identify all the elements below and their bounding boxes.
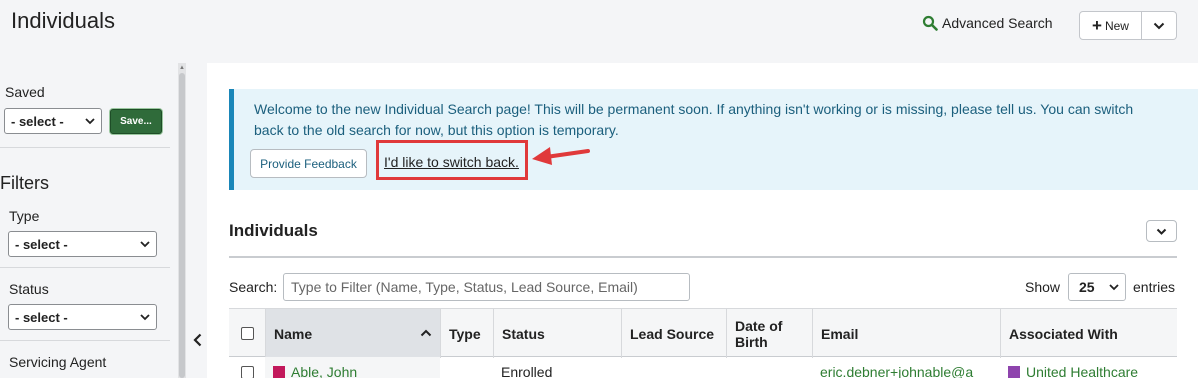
annotation-arrow-icon [532, 147, 590, 165]
saved-select-value: - select - [11, 113, 64, 129]
dob-cell [726, 357, 812, 378]
column-header-label: Name [274, 325, 313, 342]
lead-source-cell [621, 357, 726, 378]
banner-message: Welcome to the new Individual Search pag… [254, 101, 1134, 138]
saved-select[interactable]: - select - [4, 108, 102, 134]
scroll-up-arrow-icon[interactable]: ▲ [178, 63, 186, 73]
search-label: Search: [229, 279, 278, 295]
column-header-label: Type [449, 325, 481, 342]
table-row[interactable]: Able, John Enrolled eric.debner+johnable… [229, 357, 1177, 378]
collapse-sidebar-chevron-icon[interactable] [190, 330, 204, 350]
status-select-value: - select - [15, 309, 68, 325]
associated-with-link[interactable]: United Healthcare [1026, 364, 1138, 378]
search-icon [922, 15, 938, 31]
chevron-down-icon [140, 313, 150, 320]
entries-label: entries [1133, 279, 1176, 295]
column-header-label: Date of Birth [735, 317, 783, 350]
advanced-search-label: Advanced Search [942, 15, 1053, 31]
section-collapse-toggle[interactable] [1146, 220, 1177, 242]
filters-title: Filters [0, 173, 49, 193]
select-all-checkbox[interactable] [240, 327, 254, 340]
column-header-email[interactable]: Email [812, 309, 1000, 358]
column-header-name[interactable]: Name [265, 309, 440, 358]
servicing-agent-label: Servicing Agent [9, 354, 107, 370]
individual-name-link[interactable]: Able, John [291, 364, 357, 378]
chevron-down-icon [140, 240, 150, 247]
individuals-table: Name Type Status Lead Source Date of Bir… [229, 308, 1177, 378]
chevron-down-icon [1153, 22, 1165, 29]
section-title: Individuals [229, 221, 318, 240]
row-checkbox[interactable] [240, 365, 254, 378]
chevron-down-icon [1109, 283, 1119, 290]
chevron-down-icon [1156, 228, 1167, 235]
column-header-lead-source[interactable]: Lead Source [621, 309, 726, 358]
filter-sidebar: Saved - select - Save... Filters Type - … [0, 63, 176, 378]
column-header-label: Lead Source [630, 325, 715, 342]
carrier-color-icon [1008, 366, 1020, 378]
associated-with-cell: United Healthcare [1000, 357, 1177, 378]
column-header-label: Associated With [1009, 325, 1118, 342]
section-divider [229, 256, 1177, 258]
email-cell: eric.debner+johnable@a [812, 357, 1000, 378]
advanced-search-link[interactable]: Advanced Search [922, 15, 1053, 31]
scrollbar-thumb[interactable] [179, 73, 185, 378]
type-cell [440, 357, 493, 378]
column-header-label: Status [502, 325, 545, 342]
status-cell: Enrolled [501, 364, 553, 378]
table-header: Name Type Status Lead Source Date of Bir… [229, 308, 1177, 358]
info-banner: Welcome to the new Individual Search pag… [229, 89, 1198, 190]
divider [0, 147, 170, 148]
new-button-group: + New [1079, 11, 1177, 40]
new-button[interactable]: + New [1079, 11, 1142, 40]
divider [0, 267, 170, 268]
page-title: Individuals [11, 8, 115, 33]
status-select[interactable]: - select - [8, 304, 157, 330]
type-select-value: - select - [15, 236, 68, 252]
column-header-type[interactable]: Type [440, 309, 493, 358]
type-label: Type [9, 208, 40, 224]
column-header-status[interactable]: Status [493, 309, 621, 358]
status-label: Status [9, 281, 49, 297]
column-header-associated-with[interactable]: Associated With [1000, 309, 1177, 358]
plus-icon: + [1092, 16, 1102, 35]
saved-label: Saved [5, 84, 45, 100]
sidebar-scrollbar[interactable] [178, 63, 186, 378]
column-header-label: Email [821, 325, 859, 342]
individual-type-color-icon [273, 366, 285, 378]
chevron-down-icon [85, 117, 95, 124]
show-label: Show [1025, 279, 1061, 295]
page-size-value: 25 [1079, 279, 1095, 295]
name-cell: Able, John [265, 357, 440, 378]
email-link[interactable]: eric.debner+johnable@a [820, 364, 973, 378]
type-select[interactable]: - select - [8, 231, 157, 257]
select-all-cell [229, 309, 265, 358]
new-dropdown-toggle[interactable] [1142, 11, 1177, 40]
row-select-cell [229, 357, 265, 378]
divider [0, 340, 170, 341]
provide-feedback-button[interactable]: Provide Feedback [250, 149, 367, 178]
page-size-select[interactable]: 25 [1068, 273, 1126, 301]
search-input[interactable] [283, 273, 690, 301]
column-header-date-of-birth[interactable]: Date of Birth [726, 309, 812, 358]
annotation-highlight-box [376, 140, 528, 180]
new-button-label: New [1104, 18, 1129, 33]
sort-ascending-icon [420, 325, 432, 341]
main-panel: Welcome to the new Individual Search pag… [207, 63, 1198, 378]
save-button[interactable]: Save... [110, 109, 162, 134]
